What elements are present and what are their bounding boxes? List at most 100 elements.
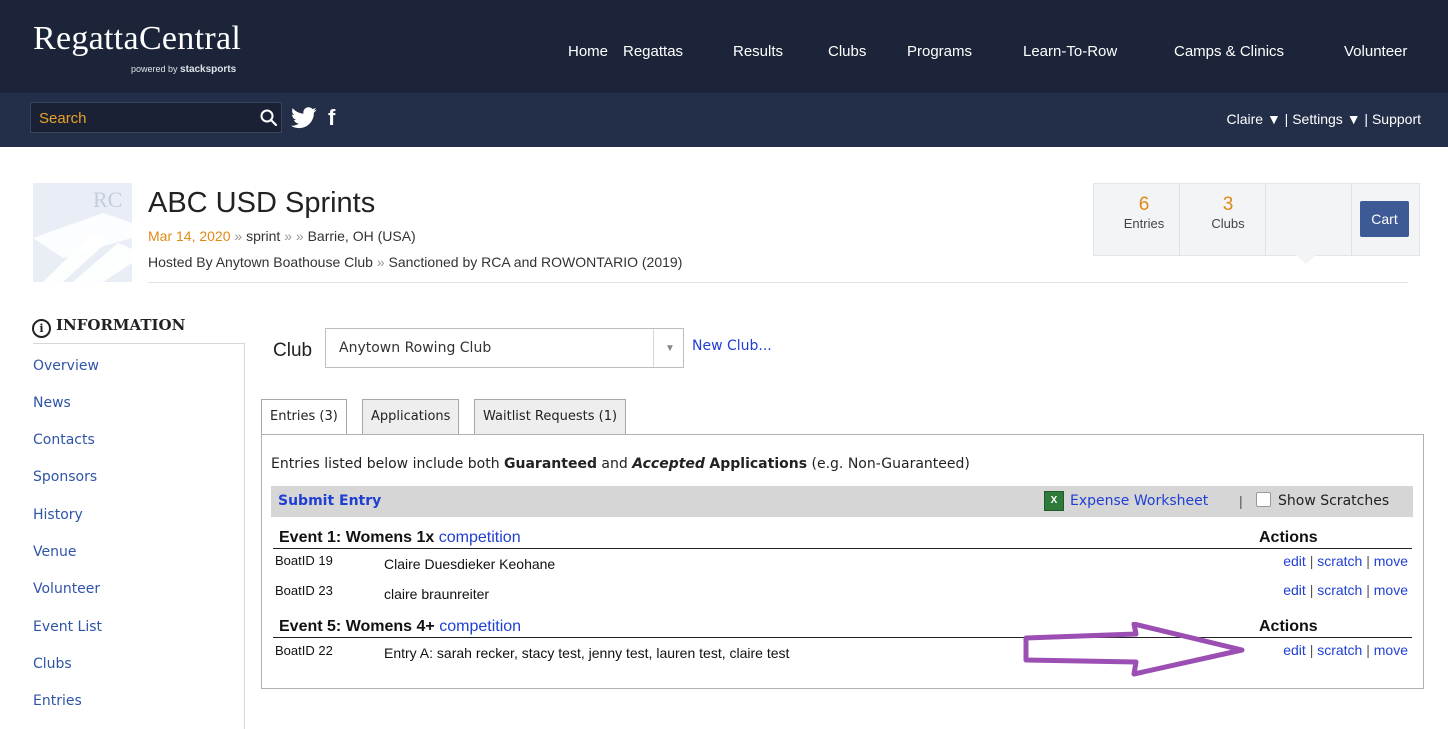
nav-programs[interactable]: Programs	[907, 43, 972, 60]
sidebar-item-entries[interactable]: Entries	[33, 693, 82, 709]
sidebar-item-overview[interactable]: Overview	[33, 358, 99, 374]
nav-clubs[interactable]: Clubs	[828, 43, 866, 60]
entries-label: Entries	[1123, 216, 1165, 231]
event-name: Event 1: Womens 1x competition	[279, 529, 521, 547]
competition-link[interactable]: competition	[439, 618, 521, 635]
sidebar-item-venue[interactable]: Venue	[33, 544, 76, 560]
tab-waitlist-requests[interactable]: Waitlist Requests (1)	[474, 399, 627, 434]
club-select[interactable]: Anytown Rowing Club ▼	[325, 328, 684, 368]
sidebar-item-history[interactable]: History	[33, 507, 83, 523]
nav-home[interactable]: Home	[568, 43, 608, 60]
scratch-link[interactable]: scratch	[1317, 642, 1362, 658]
pipe-separator: |	[1309, 642, 1314, 658]
show-scratches-label[interactable]: Show Scratches	[1278, 493, 1389, 509]
boat-id: BoatID 23	[275, 583, 333, 598]
sidebar-border	[244, 343, 245, 729]
event-meta: Mar 14, 2020 » sprint » » Barrie, OH (US…	[148, 228, 416, 244]
club-select-value: Anytown Rowing Club	[339, 340, 492, 356]
sidebar-item-clubs[interactable]: Clubs	[33, 656, 72, 672]
event-title: ABC USD Sprints	[148, 187, 376, 219]
nav-volunteer[interactable]: Volunteer	[1344, 43, 1407, 60]
breadcrumb-separator: »	[295, 228, 304, 244]
row-actions: edit | scratch | move	[1283, 582, 1408, 598]
note-text: (e.g. Non-Guaranteed)	[811, 456, 970, 472]
nav-regattas[interactable]: Regattas	[623, 43, 683, 60]
sidebar-item-volunteer[interactable]: Volunteer	[33, 581, 100, 597]
top-navigation-bar: RegattaCentral powered by stacksports Ho…	[0, 0, 1448, 93]
clubs-label: Clubs	[1211, 216, 1245, 231]
sidebar-item-news[interactable]: News	[33, 395, 71, 411]
move-link[interactable]: move	[1374, 642, 1408, 658]
note-accepted: Accepted	[632, 456, 705, 472]
new-club-link[interactable]: New Club...	[692, 338, 772, 354]
edit-link[interactable]: edit	[1283, 582, 1306, 598]
logo-powered-by: powered by stacksports	[131, 64, 236, 75]
info-icon: i	[32, 319, 51, 338]
select-divider	[653, 329, 654, 367]
sidebar-header: i INFORMATION	[32, 316, 185, 338]
note-text: Entries listed below include both	[271, 456, 500, 472]
boat-id: BoatID 19	[275, 553, 333, 568]
pipe-separator: |	[1309, 582, 1314, 598]
breadcrumb-separator: »	[284, 228, 292, 244]
edit-link[interactable]: edit	[1283, 553, 1306, 569]
note-applications: Applications	[709, 456, 808, 472]
boat-id: BoatID 22	[275, 643, 333, 658]
sanctioned-by: Sanctioned by RCA and ROWONTARIO (2019)	[388, 254, 683, 270]
move-link[interactable]: move	[1374, 553, 1408, 569]
actions-header: Actions	[1259, 529, 1318, 546]
show-scratches-checkbox[interactable]	[1256, 492, 1271, 507]
boat-entry-name: Claire Duesdieker Keohane	[384, 556, 556, 572]
excel-icon[interactable]: X	[1044, 491, 1064, 511]
note-text: and	[601, 456, 628, 472]
tab-applications[interactable]: Applications	[362, 399, 460, 434]
regatta-logo: RC	[33, 183, 132, 282]
user-menu-links[interactable]: Claire ▼ | Settings ▼ | Support	[1226, 111, 1421, 127]
expense-worksheet-link[interactable]: Expense Worksheet	[1070, 493, 1208, 509]
clubs-stat[interactable]: 3 Clubs	[1193, 194, 1263, 231]
entries-note: Entries listed below include both Guaran…	[271, 456, 970, 472]
submit-entry-bar: Submit Entry X Expense Worksheet | Show …	[271, 486, 1413, 517]
clubs-count: 3	[1222, 194, 1234, 215]
competition-link[interactable]: competition	[439, 529, 521, 546]
hosted-by: Hosted By Anytown Boathouse Club	[148, 254, 373, 270]
rc-logo-initials: RC	[93, 187, 123, 212]
pipe-separator: |	[1239, 493, 1243, 509]
event-name-text: Event 5: Womens 4+	[279, 618, 435, 635]
header-divider	[148, 282, 1408, 283]
scratch-link[interactable]: scratch	[1317, 582, 1362, 598]
cart-button[interactable]: Cart	[1360, 201, 1409, 237]
sidebar-item-sponsors[interactable]: Sponsors	[33, 469, 97, 485]
sidebar-header-label: INFORMATION	[56, 316, 186, 334]
sidebar-item-contacts[interactable]: Contacts	[33, 432, 95, 448]
tab-entries[interactable]: Entries (3)	[261, 399, 347, 435]
event-location: Barrie, OH (USA)	[307, 228, 416, 244]
logo-powered-label: powered by	[131, 64, 178, 74]
entries-stat[interactable]: 6 Entries	[1109, 194, 1179, 231]
pipe-separator: |	[1366, 553, 1370, 569]
row-actions: edit | scratch | move	[1283, 642, 1408, 658]
nav-camps-clinics[interactable]: Camps & Clinics	[1174, 43, 1284, 60]
submit-entry-link[interactable]: Submit Entry	[278, 493, 381, 509]
note-guaranteed: Guaranteed	[504, 456, 597, 472]
facebook-icon[interactable]: f	[328, 105, 335, 131]
nav-learn-to-row[interactable]: Learn-To-Row	[1023, 43, 1117, 60]
nav-results[interactable]: Results	[733, 43, 783, 60]
twitter-icon[interactable]	[291, 106, 317, 130]
actions-header: Actions	[1259, 618, 1318, 635]
move-link[interactable]: move	[1374, 582, 1408, 598]
breadcrumb-separator: »	[376, 254, 385, 270]
scratch-link[interactable]: scratch	[1317, 553, 1362, 569]
search-icon[interactable]	[259, 108, 279, 128]
chevron-down-icon[interactable]: ▼	[665, 343, 675, 354]
event-stats-panel: 6 Entries 3 Clubs Cart	[1093, 183, 1420, 256]
stat-divider	[1265, 184, 1266, 255]
edit-link[interactable]: edit	[1283, 642, 1306, 658]
regattacentral-logo[interactable]: RegattaCentral powered by stacksports	[33, 22, 241, 76]
event-host: Hosted By Anytown Boathouse Club » Sanct…	[148, 254, 682, 270]
sidebar-divider	[33, 343, 245, 344]
club-label: Club	[273, 340, 313, 361]
row-actions: edit | scratch | move	[1283, 553, 1408, 569]
sidebar-item-event-list[interactable]: Event List	[33, 619, 102, 635]
search-input[interactable]: Search	[30, 102, 282, 133]
